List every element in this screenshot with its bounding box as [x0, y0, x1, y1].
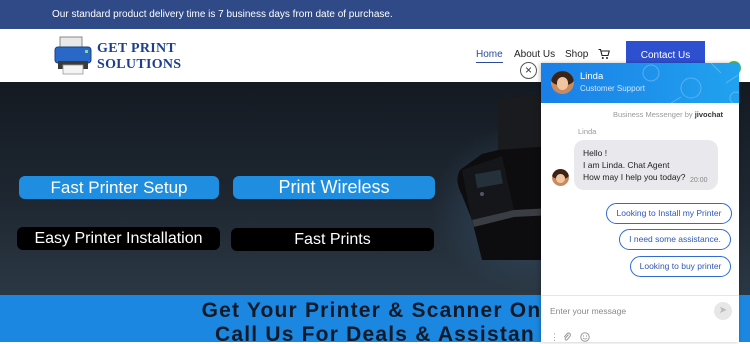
printer-logo-icon: [54, 36, 92, 75]
chat-widget: Linda Customer Support Business Messenge…: [541, 63, 739, 342]
nav-home[interactable]: Home: [476, 49, 503, 63]
nav-shop[interactable]: Shop: [565, 49, 588, 60]
more-options-icon[interactable]: ⋮: [550, 332, 559, 343]
message-line-1: Hello !: [583, 148, 608, 158]
message-input[interactable]: Enter your message: [550, 306, 626, 316]
quick-reply-buy[interactable]: Looking to buy printer: [630, 256, 731, 277]
agent-name: Linda: [580, 71, 604, 82]
cart-icon[interactable]: [598, 48, 610, 63]
emoji-icon[interactable]: [580, 332, 590, 344]
message-avatar: [552, 169, 569, 186]
message-line-2: I am Linda. Chat Agent: [583, 160, 670, 170]
header-pattern: [642, 63, 739, 103]
send-icon[interactable]: ➤: [714, 302, 732, 320]
printer-image: [457, 94, 552, 260]
logo-line-1: GET PRINT: [97, 41, 177, 56]
fast-prints-pill: Fast Prints: [231, 228, 434, 251]
agent-message-bubble: Hello ! I am Linda. Chat Agent How may I…: [574, 140, 718, 190]
message-sender: Linda: [578, 127, 597, 136]
easy-installation-pill: Easy Printer Installation: [17, 227, 220, 250]
fast-printer-setup-pill: Fast Printer Setup: [19, 176, 219, 199]
announcement-bar: Our standard product delivery time is 7 …: [0, 0, 750, 29]
print-wireless-pill: Print Wireless: [233, 176, 435, 199]
quick-reply-install[interactable]: Looking to Install my Printer: [606, 203, 732, 224]
cart-glyph-icon: [598, 48, 610, 59]
nav-about[interactable]: About Us: [514, 49, 555, 60]
logo-text: GET PRINT SOLUTIONS: [97, 41, 181, 73]
message-time: 20:00: [690, 177, 708, 184]
attachment-icon[interactable]: [563, 332, 571, 344]
logo-line-2: SOLUTIONS: [97, 57, 182, 72]
delivery-notice: Our standard product delivery time is 7 …: [52, 9, 393, 20]
chat-close-button[interactable]: ×: [520, 62, 537, 79]
agent-role: Customer Support: [580, 84, 645, 93]
powered-prefix: Business Messenger by: [613, 110, 693, 119]
agent-avatar: [551, 71, 574, 94]
jivochat-brand[interactable]: jivochat: [695, 110, 723, 119]
chat-header: Linda Customer Support: [541, 63, 739, 103]
powered-by: Business Messenger by jivochat: [613, 110, 723, 119]
quick-reply-assistance[interactable]: I need some assistance.: [619, 229, 731, 250]
site-logo[interactable]: GET PRINT SOLUTIONS: [52, 35, 192, 75]
message-composer: Enter your message ➤ ⋮: [541, 295, 739, 342]
